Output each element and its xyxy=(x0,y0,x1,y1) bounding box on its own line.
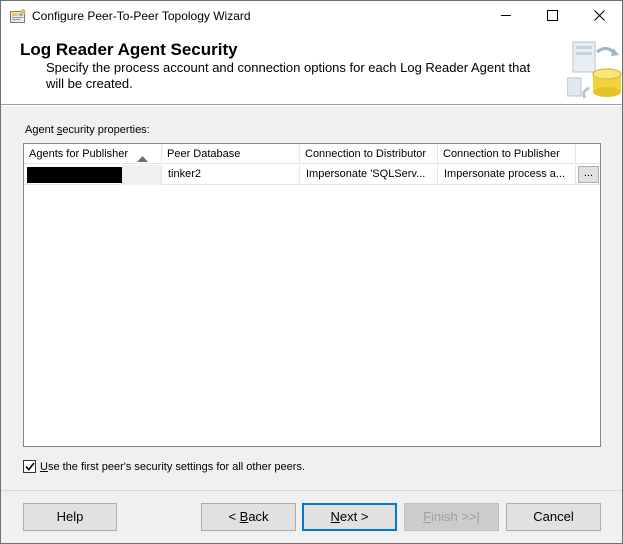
page-title: Log Reader Agent Security xyxy=(20,40,238,59)
header-divider-highlight xyxy=(1,105,622,106)
finish-post: inish >>| xyxy=(431,509,480,524)
replication-graphic-icon xyxy=(566,38,622,100)
title-bar: Configure Peer-To-Peer Topology Wizard xyxy=(1,1,622,32)
column-header-agents[interactable]: Agents for Publisher xyxy=(24,144,162,164)
checkbox-accelerator: U xyxy=(40,460,48,473)
cell-connection-publisher[interactable]: Impersonate process a... xyxy=(438,165,576,185)
column-header-connection-publisher[interactable]: Connection to Publisher xyxy=(438,144,576,164)
next-post: ext > xyxy=(339,509,369,524)
security-settings-ellipsis-button[interactable]: ... xyxy=(578,166,599,183)
cell-connection-distributor[interactable]: Impersonate 'SQLServ... xyxy=(300,165,438,185)
help-button[interactable]: Help xyxy=(23,503,117,531)
wizard-header: Log Reader Agent Security Specify the pr… xyxy=(1,32,622,104)
cell-agent-shade xyxy=(122,165,161,185)
finish-accelerator: F xyxy=(423,509,432,524)
column-header-button xyxy=(576,144,600,164)
page-description: Specify the process account and connecti… xyxy=(46,60,531,91)
agent-security-grid[interactable]: Agents for Publisher Peer Database Conne… xyxy=(23,143,601,447)
close-icon xyxy=(593,9,605,24)
column-header-connection-distributor[interactable]: Connection to Distributor xyxy=(300,144,438,164)
grid-header-row: Agents for Publisher Peer Database Conne… xyxy=(24,144,600,164)
cell-agent xyxy=(24,165,162,185)
agent-security-label: Agent security properties: xyxy=(25,124,150,136)
wizard-window: Configure Peer-To-Peer Topology Wizard L… xyxy=(0,0,623,544)
label-text-pre: Agent xyxy=(25,124,57,136)
minimize-icon xyxy=(500,10,512,24)
sort-ascending-icon xyxy=(137,150,148,164)
maximize-button[interactable] xyxy=(529,1,575,32)
back-button[interactable]: < Back xyxy=(201,503,296,531)
checkmark-icon xyxy=(24,460,35,474)
finish-button: Finish >>| xyxy=(404,503,499,531)
cell-button: ... xyxy=(576,165,600,185)
label-text-post: ecurity properties: xyxy=(62,124,150,136)
column-header-peer-database[interactable]: Peer Database xyxy=(162,144,300,164)
use-first-peer-option[interactable]: Use the first peer's security settings f… xyxy=(23,459,305,474)
column-header-label: Agents for Publisher xyxy=(29,148,129,160)
wizard-app-icon xyxy=(10,9,26,24)
next-accelerator: N xyxy=(330,509,340,524)
close-button[interactable] xyxy=(576,1,622,32)
maximize-icon xyxy=(546,9,558,24)
redacted-agent-name xyxy=(27,167,122,183)
back-post: ack xyxy=(248,509,269,524)
footer-divider xyxy=(1,490,622,491)
cell-peer-database: tinker2 xyxy=(162,165,300,185)
minimize-button[interactable] xyxy=(483,1,529,32)
window-title: Configure Peer-To-Peer Topology Wizard xyxy=(32,9,251,23)
use-first-peer-label: Use the first peer's security settings f… xyxy=(40,461,305,473)
cancel-button[interactable]: Cancel xyxy=(506,503,601,531)
back-pre: < xyxy=(228,509,240,524)
use-first-peer-checkbox[interactable] xyxy=(23,460,36,473)
table-row[interactable]: tinker2 Impersonate 'SQLServ... Imperson… xyxy=(24,165,600,185)
next-button[interactable]: Next > xyxy=(302,503,397,531)
checkbox-label-text: se the first peer's security settings fo… xyxy=(47,460,305,473)
